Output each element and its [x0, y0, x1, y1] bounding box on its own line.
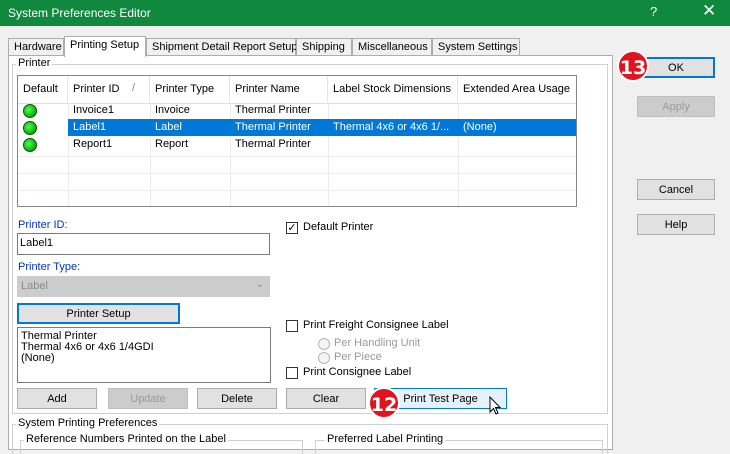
- col-printer-name[interactable]: Printer Name: [230, 76, 328, 104]
- col-label-stock[interactable]: Label Stock Dimensions: [328, 76, 458, 104]
- printer-id-input[interactable]: Label1: [17, 233, 270, 255]
- printer-info-box: Thermal Printer Thermal 4x6 or 4x6 1/4GD…: [17, 327, 271, 383]
- cell-printer-id: Invoice1: [73, 104, 114, 116]
- checkbox-box: [286, 367, 298, 379]
- tab-printing-setup[interactable]: Printing Setup: [64, 36, 146, 57]
- mouse-cursor-icon: [489, 396, 502, 415]
- cell-printer-id: Label1: [73, 121, 107, 133]
- tab-shipping[interactable]: Shipping: [296, 38, 352, 56]
- col-printer-id[interactable]: Printer ID /: [68, 76, 150, 104]
- grid-header: Default Printer ID / Printer Type Printe…: [18, 76, 576, 104]
- tab-shipment-detail-report-setup[interactable]: Shipment Detail Report Setup: [146, 38, 298, 56]
- step-badge-print: 12: [368, 387, 400, 419]
- cell-printer-type: Label: [155, 121, 182, 133]
- checkbox-box: [286, 320, 298, 332]
- cell-printer-name: Thermal Printer: [235, 121, 311, 133]
- cell-label-stock: Thermal 4x6 or 4x6 1/...: [333, 121, 450, 133]
- delete-button[interactable]: Delete: [197, 388, 277, 409]
- update-button[interactable]: Update: [108, 388, 188, 409]
- per-piece-label: Per Piece: [334, 351, 382, 363]
- printer-setup-button[interactable]: Printer Setup: [17, 303, 180, 324]
- add-button[interactable]: Add: [17, 388, 97, 409]
- sort-icon: /: [132, 82, 136, 94]
- check-icon: ✓: [286, 222, 298, 234]
- system-printing-label: System Printing Preferences: [16, 417, 160, 429]
- consignee-label-label: Print Consignee Label: [303, 366, 412, 378]
- col-extended-area[interactable]: Extended Area Usage: [458, 76, 576, 104]
- cancel-button[interactable]: Cancel: [637, 179, 715, 200]
- col-default[interactable]: Default: [18, 76, 68, 104]
- tab-system-settings[interactable]: System Settings: [432, 38, 520, 56]
- col-printer-type[interactable]: Printer Type: [150, 76, 230, 104]
- default-printer-label: Default Printer: [303, 221, 374, 233]
- col-printer-id-label: Printer ID: [73, 83, 120, 95]
- table-row[interactable]: Report1 Report Thermal Printer: [18, 136, 576, 153]
- cell-extended-area: [458, 136, 576, 153]
- radio-circle: [318, 338, 330, 350]
- cell-printer-id: Report1: [73, 138, 113, 150]
- cell-label-stock: [328, 102, 458, 119]
- info-line-extended: (None): [21, 352, 55, 364]
- window-title: System Preferences Editor: [8, 6, 151, 20]
- apply-button[interactable]: Apply: [637, 96, 715, 117]
- preferred-label-label: Preferred Label Printing: [325, 433, 446, 445]
- freight-consignee-label: Print Freight Consignee Label: [303, 319, 449, 331]
- printer-type-label: Printer Type:: [18, 261, 81, 273]
- default-indicator-icon: [23, 121, 37, 135]
- step-badge-ok: 13: [617, 50, 649, 82]
- default-indicator-icon: [23, 104, 37, 118]
- chevron-down-icon: ⌄: [255, 279, 264, 290]
- help-button[interactable]: Help: [637, 214, 715, 235]
- tab-miscellaneous[interactable]: Miscellaneous: [352, 38, 432, 56]
- reference-numbers-label: Reference Numbers Printed on the Label: [24, 433, 228, 445]
- per-handling-unit-label: Per Handling Unit: [334, 337, 421, 349]
- cell-extended-area: (None): [463, 121, 497, 133]
- printer-type-value: Label: [21, 280, 48, 292]
- printer-group-label: Printer: [16, 57, 53, 69]
- table-row-selected[interactable]: Label1 Label Thermal Printer Thermal 4x6…: [18, 119, 576, 136]
- printer-id-label: Printer ID:: [18, 219, 68, 231]
- table-row[interactable]: Invoice1 Invoice Thermal Printer: [18, 102, 576, 119]
- cell-printer-type: Invoice: [155, 104, 190, 116]
- cell-label-stock: [328, 136, 458, 153]
- printer-type-select[interactable]: Label ⌄: [17, 276, 270, 297]
- cell-printer-type: Report: [155, 138, 189, 150]
- tab-hardware[interactable]: Hardware: [8, 38, 64, 56]
- cell-printer-name: Thermal Printer: [235, 104, 311, 116]
- help-icon[interactable]: ?: [650, 4, 657, 19]
- info-line-stock: Thermal 4x6 or 4x6 1/4GDI: [21, 341, 154, 353]
- default-indicator-icon: [23, 138, 37, 152]
- close-icon[interactable]: ✕: [702, 1, 716, 21]
- printer-grid[interactable]: Default Printer ID / Printer Type Printe…: [17, 75, 577, 207]
- clear-button[interactable]: Clear: [286, 388, 366, 409]
- cell-extended-area: [458, 102, 576, 119]
- title-bar: System Preferences Editor ? ✕: [0, 0, 730, 26]
- radio-circle: [318, 352, 330, 364]
- cell-printer-name: Thermal Printer: [235, 138, 311, 150]
